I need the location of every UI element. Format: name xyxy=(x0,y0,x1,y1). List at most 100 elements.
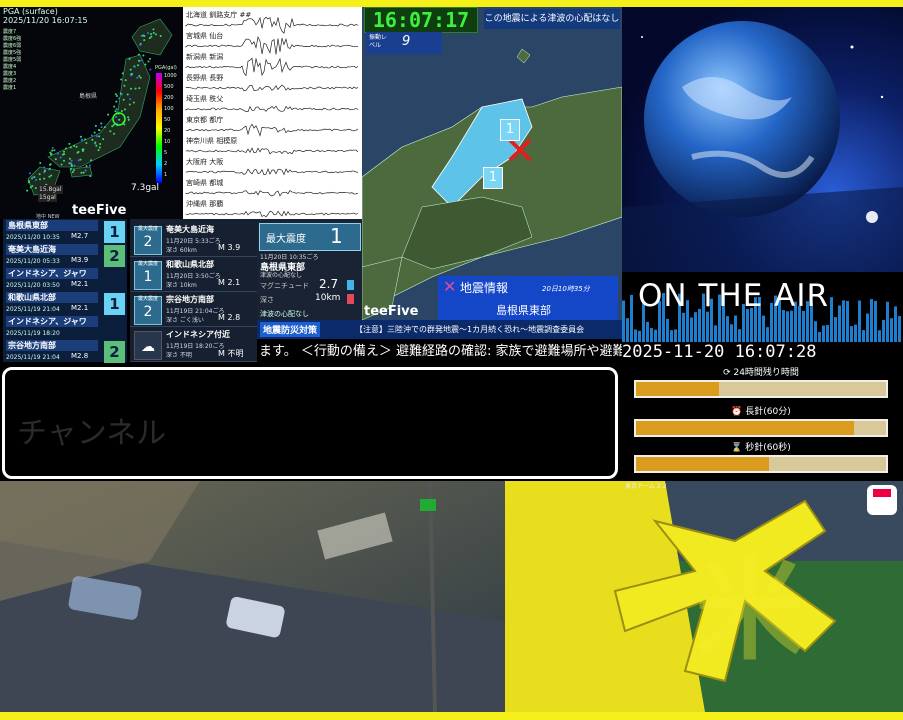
station-dot xyxy=(155,33,158,36)
visualizer-bar xyxy=(874,300,877,342)
timer-bar-fill xyxy=(636,421,854,435)
visualizer-bar xyxy=(682,312,685,342)
traffic-camera-feed xyxy=(0,481,505,712)
visualizer-bar xyxy=(878,330,881,342)
waveform-panel: 北海道 釧路支庁 ## 宮城県 仙台 新潟県 新潟 長野県 長野 埼玉県 秩父 東京都 都… xyxy=(183,7,362,219)
eq-detail-card[interactable]: ☁ インドネシア付近 11月19日 18:20ごろ 深さ 不明 M 不明 xyxy=(130,327,257,362)
station-dot xyxy=(115,100,118,103)
station-dot xyxy=(109,130,112,133)
eq-list-row[interactable]: 奄美大島近海 2025/11/20 05:33 M3.9 2 xyxy=(3,243,127,270)
eq-detail-card[interactable]: 最大震度 2 奄美大島近海 11月20日 5:33ごろ 深さ 60km M 3.9 xyxy=(130,222,257,257)
station-dot xyxy=(112,132,115,135)
card-badge-label: 最大震度 xyxy=(137,261,158,267)
visualizer-bar xyxy=(846,300,849,342)
channel-label: チャンネル xyxy=(17,416,167,451)
visualizer-bar xyxy=(866,313,869,342)
station-dot xyxy=(112,123,115,126)
station-dot xyxy=(123,84,126,87)
timer-bar xyxy=(634,380,888,398)
station-dot xyxy=(84,169,87,172)
card-time: 11月19日 18:20ごろ xyxy=(166,343,225,350)
station-dot xyxy=(95,135,98,138)
visualizer-bar xyxy=(886,301,889,342)
eq-detail-card[interactable]: 最大震度 2 宗谷地方南部 11月19日 21:04ごろ 深さ ごく浅い M 2.8 xyxy=(130,292,257,327)
station-dot xyxy=(98,146,101,149)
visualizer-bar xyxy=(626,318,629,342)
eq-list-row[interactable]: 和歌山県北部 2025/11/19 21:04 M2.1 1 xyxy=(3,291,127,318)
earth-space-image xyxy=(622,7,903,272)
station-dot xyxy=(94,141,97,144)
eq-list-row[interactable]: 宗谷地方南部 2025/11/19 21:04 M2.8 2 xyxy=(3,339,127,366)
visualizer-bar xyxy=(858,300,861,342)
visualizer-bar xyxy=(786,311,789,342)
card-time: 11月20日 5:33ごろ xyxy=(166,238,221,245)
eq-row-mag: M2.7 xyxy=(71,232,89,240)
eq-row-name: 島根県東部 xyxy=(6,220,98,231)
eq-row-mag: M2.1 xyxy=(71,280,89,288)
station-dot xyxy=(38,173,41,176)
station-dot xyxy=(51,147,54,150)
alert-box: ✕ 地震情報 20日10時35分 島根県東部 xyxy=(438,276,618,320)
station-dot xyxy=(138,87,141,90)
magnitude-indicator xyxy=(347,280,354,290)
on-air-datetime: 2025-11-20 16:07:28 xyxy=(622,342,817,362)
visualizer-bar xyxy=(790,310,793,342)
eq-row-mag: M2.8 xyxy=(71,352,89,360)
visualizer-bar xyxy=(882,319,885,342)
station-dot xyxy=(129,68,132,71)
station-dot xyxy=(35,178,38,181)
visualizer-bar xyxy=(894,306,897,342)
station-dot xyxy=(70,159,73,162)
pga-callout-2: 15gal xyxy=(38,193,57,202)
max-intensity-box: 最大震度 1 xyxy=(259,223,361,251)
eq-list-row[interactable]: インドネシア、ジャワ 2025/11/20 03:50 M2.1 xyxy=(3,267,127,294)
station-dot xyxy=(88,164,91,167)
visualizer-bar xyxy=(842,300,845,342)
station-dot xyxy=(113,105,116,108)
eq-list-row[interactable]: 島根県東部 2025/11/20 10:35 M2.7 1 xyxy=(3,219,127,246)
station-dot xyxy=(115,108,118,111)
eq-row-date: 2025/11/19 21:04 xyxy=(6,306,60,313)
station-dot xyxy=(31,185,34,188)
yellow-frame-top xyxy=(0,0,903,7)
station-dot xyxy=(152,28,155,31)
station-dot xyxy=(118,97,121,100)
station-dot xyxy=(103,126,106,129)
eq-list-row[interactable]: インドネシア、ジャワ 2025/11/19 18:20 xyxy=(3,315,127,342)
alert-x-icon: ✕ xyxy=(443,277,457,296)
eq-row-intensity: 2 xyxy=(104,245,125,267)
station-dot xyxy=(28,172,31,175)
shake-level-box: 振動レベル 9 xyxy=(366,32,442,54)
visualizer-bar xyxy=(818,331,821,342)
station-dot xyxy=(127,118,130,121)
waveform-trace xyxy=(185,210,359,218)
station-dot xyxy=(79,158,82,161)
card-name: 和歌山県北部 xyxy=(166,260,214,269)
visualizer-bar xyxy=(822,325,825,342)
station-dot xyxy=(95,144,98,147)
station-dot xyxy=(81,138,84,141)
waveform-station-label: 沖縄県 那覇 xyxy=(186,199,223,208)
pga-tick: 1000 xyxy=(164,73,177,79)
visualizer-bar xyxy=(638,330,641,342)
station-dot xyxy=(97,149,100,152)
visualizer-bar xyxy=(674,329,677,342)
station-dot xyxy=(54,158,57,161)
eq-detail-card[interactable]: 最大震度 1 和歌山県北部 11月20日 3:50ごろ 深さ 10km M 2.1 xyxy=(130,257,257,292)
station-dot xyxy=(61,153,64,156)
station-dot xyxy=(82,171,85,174)
ticker-text: ます。 ＜行動の備え＞ 避難経路の確認: 家族で避難場所や避難経路 xyxy=(259,344,622,359)
card-time: 11月19日 21:04ごろ xyxy=(166,308,225,315)
station-dot xyxy=(147,60,150,63)
station-dot xyxy=(127,116,130,119)
visualizer-bar xyxy=(630,294,633,342)
station-dot xyxy=(120,110,123,113)
depth-value: 10km xyxy=(315,293,341,303)
station-dot xyxy=(34,187,37,190)
channel-box: チャンネル xyxy=(2,367,618,479)
card-mag: M 2.8 xyxy=(218,313,241,322)
station-dot xyxy=(141,59,144,62)
station-dot xyxy=(150,32,153,35)
pga-ticks: 1000 500 200 100 50 20 10 5 2 1 xyxy=(164,71,177,181)
station-dot xyxy=(69,146,72,149)
